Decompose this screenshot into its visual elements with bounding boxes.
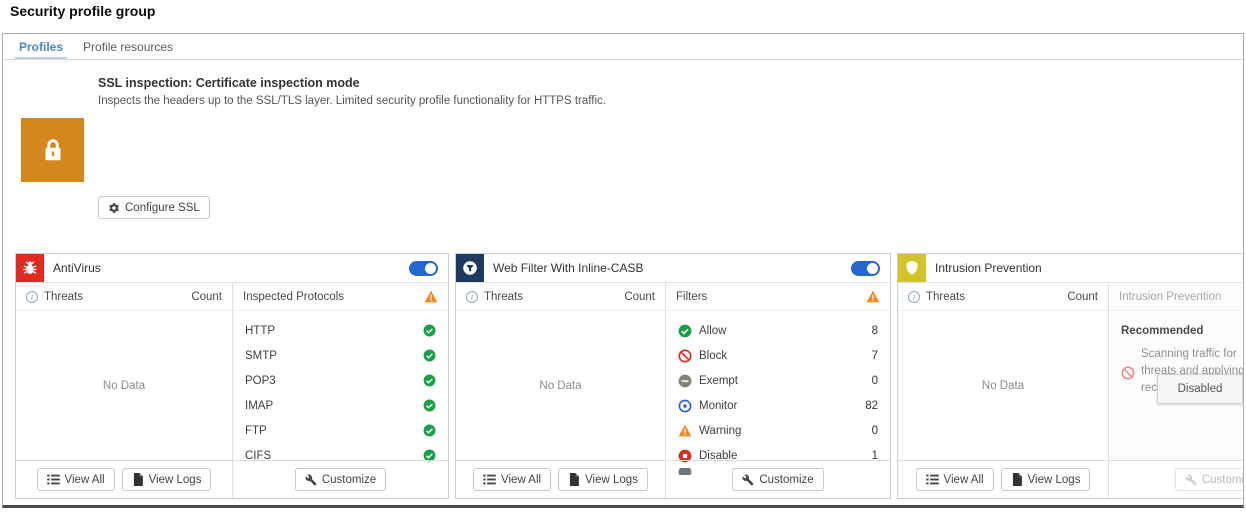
inspected-protocols-header: Inspected Protocols [243, 291, 344, 303]
filter-row: Warning 0 [666, 418, 890, 443]
ips-card: Intrusion Prevention i Threats Count No … [897, 253, 1244, 499]
profiles-panel: Profiles Profile resources SSL inspectio… [2, 33, 1244, 508]
page-title: Security profile group [10, 3, 155, 19]
tab-profiles[interactable]: Profiles [9, 34, 73, 59]
protocol-row: IMAP [233, 393, 448, 418]
wrench-icon [742, 474, 754, 486]
webfilter-threats-column: i Threats Count No Data [456, 283, 666, 461]
filter-row: Block 7 [666, 343, 890, 368]
view-logs-button[interactable]: View Logs [558, 468, 648, 491]
recommended-heading: Recommended [1121, 325, 1244, 337]
security-profile-group-page: Security profile group Profiles Profile … [0, 0, 1246, 515]
filter-label: Block [699, 350, 727, 362]
tab-bar: Profiles Profile resources [3, 34, 1243, 60]
customize-button[interactable]: Customize [295, 468, 386, 491]
info-icon: i [26, 291, 38, 303]
count-header: Count [191, 291, 222, 303]
check-circle-icon [423, 399, 436, 412]
filter-count: 0 [872, 375, 878, 387]
ssl-heading: SSL inspection: Certificate inspection m… [98, 76, 360, 90]
webfilter-title: Web Filter With Inline-CASB [493, 261, 644, 275]
filter-label: Monitor [699, 400, 737, 412]
protocol-row: SMTP [233, 343, 448, 368]
check-circle-icon [423, 324, 436, 337]
filters-header: Filters [676, 291, 707, 303]
logs-icon [132, 473, 144, 486]
monitor-icon [678, 399, 692, 413]
webfilter-toggle[interactable] [851, 261, 880, 276]
info-icon: i [466, 291, 478, 303]
ips-recommendation-column: Intrusion Prevention Recommended Scannin… [1109, 283, 1244, 461]
view-all-button[interactable]: View All [473, 468, 551, 491]
customize-button[interactable]: Customize [732, 468, 823, 491]
filter-row: Exempt 0 [666, 368, 890, 393]
gear-icon [108, 202, 120, 214]
webfilter-card: Web Filter With Inline-CASB i Threats Co… [455, 253, 891, 499]
check-circle-icon [423, 349, 436, 362]
lock-icon [21, 118, 84, 182]
ssl-description: Inspects the headers up to the SSL/TLS l… [98, 95, 606, 107]
warning-icon [678, 424, 692, 437]
antivirus-title: AntiVirus [53, 261, 101, 275]
antivirus-threats-column: i Threats Count No Data [16, 283, 233, 461]
bug-icon [16, 254, 44, 282]
allow-icon [678, 324, 692, 338]
protocol-row: POP3 [233, 368, 448, 393]
filter-count: 7 [872, 350, 878, 362]
ips-column-header: Intrusion Prevention [1119, 291, 1221, 303]
logs-icon [568, 473, 580, 486]
exempt-icon [678, 374, 692, 388]
list-icon [47, 474, 60, 485]
count-header: Count [1067, 291, 1098, 303]
list-icon [483, 474, 496, 485]
info-icon: i [908, 291, 920, 303]
filter-count: 8 [872, 325, 878, 337]
filter-label: Allow [699, 325, 726, 337]
protocol-row: HTTP [233, 318, 448, 343]
customize-button-disabled[interactable]: Customize [1175, 468, 1244, 491]
ips-title: Intrusion Prevention [935, 261, 1042, 275]
logs-icon [1011, 473, 1023, 486]
antivirus-toggle[interactable] [409, 261, 438, 276]
protocol-row: FTP [233, 418, 448, 443]
list-icon [926, 474, 939, 485]
view-logs-button[interactable]: View Logs [1001, 468, 1091, 491]
threats-header: Threats [484, 291, 523, 303]
disabled-tooltip: Disabled [1157, 374, 1243, 404]
filter-row: Allow 8 [666, 318, 890, 343]
threats-header: Threats [44, 291, 83, 303]
no-data-label: No Data [898, 311, 1108, 461]
check-circle-icon [423, 424, 436, 437]
view-all-button[interactable]: View All [37, 468, 115, 491]
filters-column: Filters Allow 8 Block [666, 283, 890, 461]
warning-icon [866, 290, 880, 303]
no-data-label: No Data [456, 311, 665, 461]
configure-ssl-button[interactable]: Configure SSL [98, 196, 210, 219]
warning-icon [424, 290, 438, 303]
wrench-icon [1185, 474, 1197, 486]
ips-card-header: Intrusion Prevention [898, 254, 1244, 283]
view-logs-button[interactable]: View Logs [122, 468, 212, 491]
antivirus-card: AntiVirus i Threats Count No Data Inspec… [15, 253, 449, 499]
filter-label: Exempt [699, 375, 738, 387]
prohibit-icon [1121, 348, 1135, 397]
wrench-icon [305, 474, 317, 486]
funnel-icon [456, 254, 484, 282]
tab-profile-resources[interactable]: Profile resources [73, 34, 183, 59]
webfilter-card-header: Web Filter With Inline-CASB [456, 254, 890, 283]
count-header: Count [624, 291, 655, 303]
shield-icon [898, 254, 926, 282]
view-all-button[interactable]: View All [916, 468, 994, 491]
filter-label: Warning [699, 425, 741, 437]
antivirus-card-header: AntiVirus [16, 254, 448, 283]
check-circle-icon [423, 374, 436, 387]
threats-header: Threats [926, 291, 965, 303]
no-data-label: No Data [16, 311, 232, 461]
filter-row: Monitor 82 [666, 393, 890, 418]
inspected-protocols-column: Inspected Protocols HTTP SMTP POP3 IMAP … [233, 283, 448, 461]
filter-count: 82 [865, 400, 878, 412]
block-icon [678, 349, 692, 363]
ips-threats-column: i Threats Count No Data [898, 283, 1109, 461]
filter-count: 0 [872, 425, 878, 437]
